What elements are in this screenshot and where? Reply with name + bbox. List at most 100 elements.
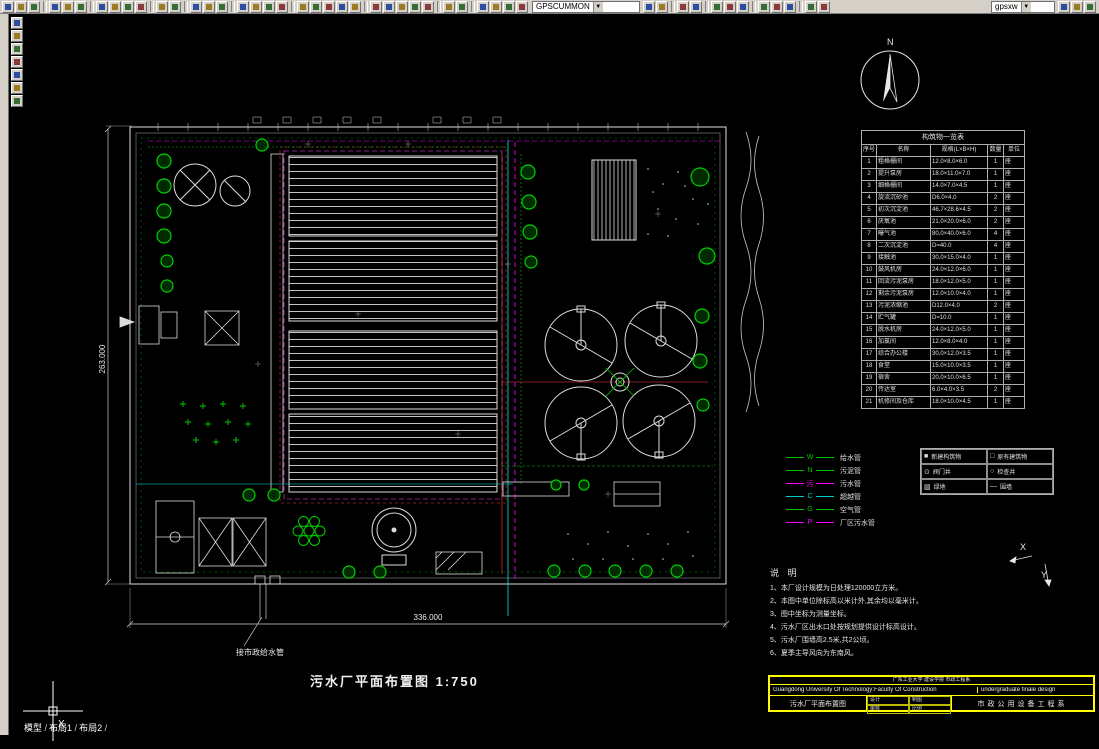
- chevron-down-icon[interactable]: ▼: [1020, 1, 1031, 12]
- mass-properties-icon[interactable]: [323, 0, 335, 13]
- spelling-icon[interactable]: [75, 0, 87, 13]
- title-block-cell: 制图: [909, 696, 951, 705]
- dimension-style-icon[interactable]: [370, 0, 382, 13]
- zoom-in-icon[interactable]: [11, 30, 23, 42]
- properties-palette-icon[interactable]: [711, 0, 723, 13]
- layer-previous-icon[interactable]: [516, 0, 528, 13]
- structure-row: 4 旋流沉砂池 D6.0×4.0 2 座: [861, 192, 1025, 205]
- design-center-icon[interactable]: [724, 0, 736, 13]
- layout-tab-2[interactable]: 布局2: [79, 721, 107, 734]
- linetype-manager-icon[interactable]: [677, 0, 689, 13]
- toolbar-group-1: [2, 0, 529, 13]
- structure-row: 18 食堂 15.0×10.0×3.5 1 座: [861, 360, 1025, 373]
- measure-tool-icon[interactable]: [11, 82, 23, 94]
- toolbar-separator: [671, 1, 675, 12]
- layout-tabs: 模型布局1布局2: [24, 721, 107, 734]
- locate-point-icon[interactable]: [349, 0, 361, 13]
- dormitory-buildings: [198, 517, 267, 567]
- new-icon[interactable]: [2, 0, 14, 13]
- sheet-set-manager-icon[interactable]: [758, 0, 770, 13]
- layout-tab-1[interactable]: 布局1: [49, 721, 77, 734]
- style-combo-value: gpsxw: [995, 2, 1018, 11]
- layer-control-lock-icon[interactable]: [643, 0, 655, 13]
- tool-palettes-icon[interactable]: [737, 0, 749, 13]
- orbit-icon[interactable]: [11, 69, 23, 81]
- make-object-layer-current-icon[interactable]: [503, 0, 515, 13]
- table-style-icon[interactable]: [396, 0, 408, 13]
- print-preview-icon[interactable]: [62, 0, 74, 13]
- markup-set-manager-icon[interactable]: [771, 0, 783, 13]
- north-arrow: N: [860, 37, 920, 110]
- layer-states-icon[interactable]: [490, 0, 502, 13]
- symbol-legend-item: ■ 新建构筑物: [921, 449, 987, 464]
- river: [740, 131, 764, 413]
- symbol-legend-item: □ 原有建筑物: [987, 449, 1053, 464]
- structure-row: 9 接触池 30.0×15.0×4.0 1 座: [861, 252, 1025, 265]
- left-vertical-toolbar: [11, 17, 23, 108]
- redo-icon[interactable]: [169, 0, 181, 13]
- lineweight-settings-icon[interactable]: [690, 0, 702, 13]
- text-style-icon[interactable]: [383, 0, 395, 13]
- print-icon[interactable]: [49, 0, 61, 13]
- structure-row: 13 污泥浓缩池 D12.0×4.0 2 座: [861, 300, 1025, 313]
- image-attach-icon[interactable]: [216, 0, 228, 13]
- structure-row: 15 脱水机房 24.0×12.0×5.0 1 座: [861, 324, 1025, 337]
- symbols-legend-grid: ■ 新建构筑物 □ 原有建筑物 ⊙ 阀门井 ○ 检查井 ▨ 绿地 — 围墙: [921, 449, 1053, 494]
- paste-icon[interactable]: [122, 0, 134, 13]
- area-tool-icon[interactable]: [310, 0, 322, 13]
- style-combo[interactable]: gpsxw ▼: [991, 0, 1055, 13]
- zoom-window-icon[interactable]: [263, 0, 275, 13]
- distance-icon[interactable]: [297, 0, 309, 13]
- named-views-icon[interactable]: [443, 0, 455, 13]
- pan-realtime-icon[interactable]: [237, 0, 249, 13]
- undo-icon[interactable]: [156, 0, 168, 13]
- distribution-channel: [270, 153, 284, 493]
- xref-palette-icon[interactable]: [818, 0, 830, 13]
- legend-symbol-icon: ▨: [924, 483, 931, 491]
- layer-combo[interactable]: GPSCUMMON ▼: [532, 0, 640, 13]
- legend-symbol-icon: —: [990, 483, 997, 490]
- render-tool-icon[interactable]: [1058, 0, 1070, 13]
- block-editor-icon[interactable]: [805, 0, 817, 13]
- layout-tab-model[interactable]: 模型: [24, 721, 47, 734]
- pipe-legend-row: G 空气管: [786, 503, 875, 516]
- zoom-out-icon[interactable]: [11, 43, 23, 55]
- note-line: 5、污水厂围墙高2.5米,共2公顷。: [770, 637, 874, 644]
- zoom-previous-icon[interactable]: [276, 0, 288, 13]
- pipe-legend-row: 污污水管: [786, 477, 875, 490]
- pan-hand-icon[interactable]: [11, 56, 23, 68]
- title-block-signature-cells: 设计 制图 审核 比例: [867, 696, 952, 714]
- title-block-cell: 设计: [867, 696, 909, 705]
- point-style-icon[interactable]: [409, 0, 421, 13]
- units-icon[interactable]: [422, 0, 434, 13]
- open-icon[interactable]: [15, 0, 27, 13]
- layers-side-icon[interactable]: [11, 95, 23, 107]
- toolbar-separator: [90, 1, 94, 12]
- structure-row: 16 加氯间 12.0×8.0×4.0 1 座: [861, 336, 1025, 349]
- 3d-orbit-icon[interactable]: [456, 0, 468, 13]
- list-tool-icon[interactable]: [336, 0, 348, 13]
- save-icon[interactable]: [28, 0, 40, 13]
- left-dimension-text: 263.000: [98, 344, 107, 373]
- external-reference-icon[interactable]: [203, 0, 215, 13]
- match-properties-icon[interactable]: [135, 0, 147, 13]
- title-block-cell: 比例: [909, 705, 951, 714]
- warehouse-buildings: [254, 551, 483, 585]
- symbols-legend: ■ 新建构筑物 □ 原有建筑物 ⊙ 阀门井 ○ 检查井 ▨ 绿地 — 围墙: [920, 448, 1054, 495]
- note-line: 4、污水厂区出水口处按规划提供设计标高设计。: [770, 624, 921, 631]
- pipe-legend-row: C 超越管: [786, 490, 875, 503]
- insert-block-icon[interactable]: [190, 0, 202, 13]
- cut-icon[interactable]: [96, 0, 108, 13]
- layers-icon[interactable]: [477, 0, 489, 13]
- toolbar-separator: [184, 1, 188, 12]
- zoom-realtime-icon[interactable]: [250, 0, 262, 13]
- chevron-down-icon[interactable]: ▼: [592, 1, 603, 12]
- copy-icon[interactable]: [109, 0, 121, 13]
- workspace-switch-icon[interactable]: [1071, 0, 1083, 13]
- clean-screen-icon[interactable]: [1084, 0, 1096, 13]
- notes-block: 说 明 1、本厂设计规模为日处理120000立方米。 2、本图中单位除标高以米计外…: [770, 566, 1070, 660]
- select-icon[interactable]: [11, 17, 23, 29]
- quickcalc-icon[interactable]: [784, 0, 796, 13]
- note-line: 3、图中坐标为测量坐标。: [770, 611, 851, 618]
- color-control-icon[interactable]: [656, 0, 668, 13]
